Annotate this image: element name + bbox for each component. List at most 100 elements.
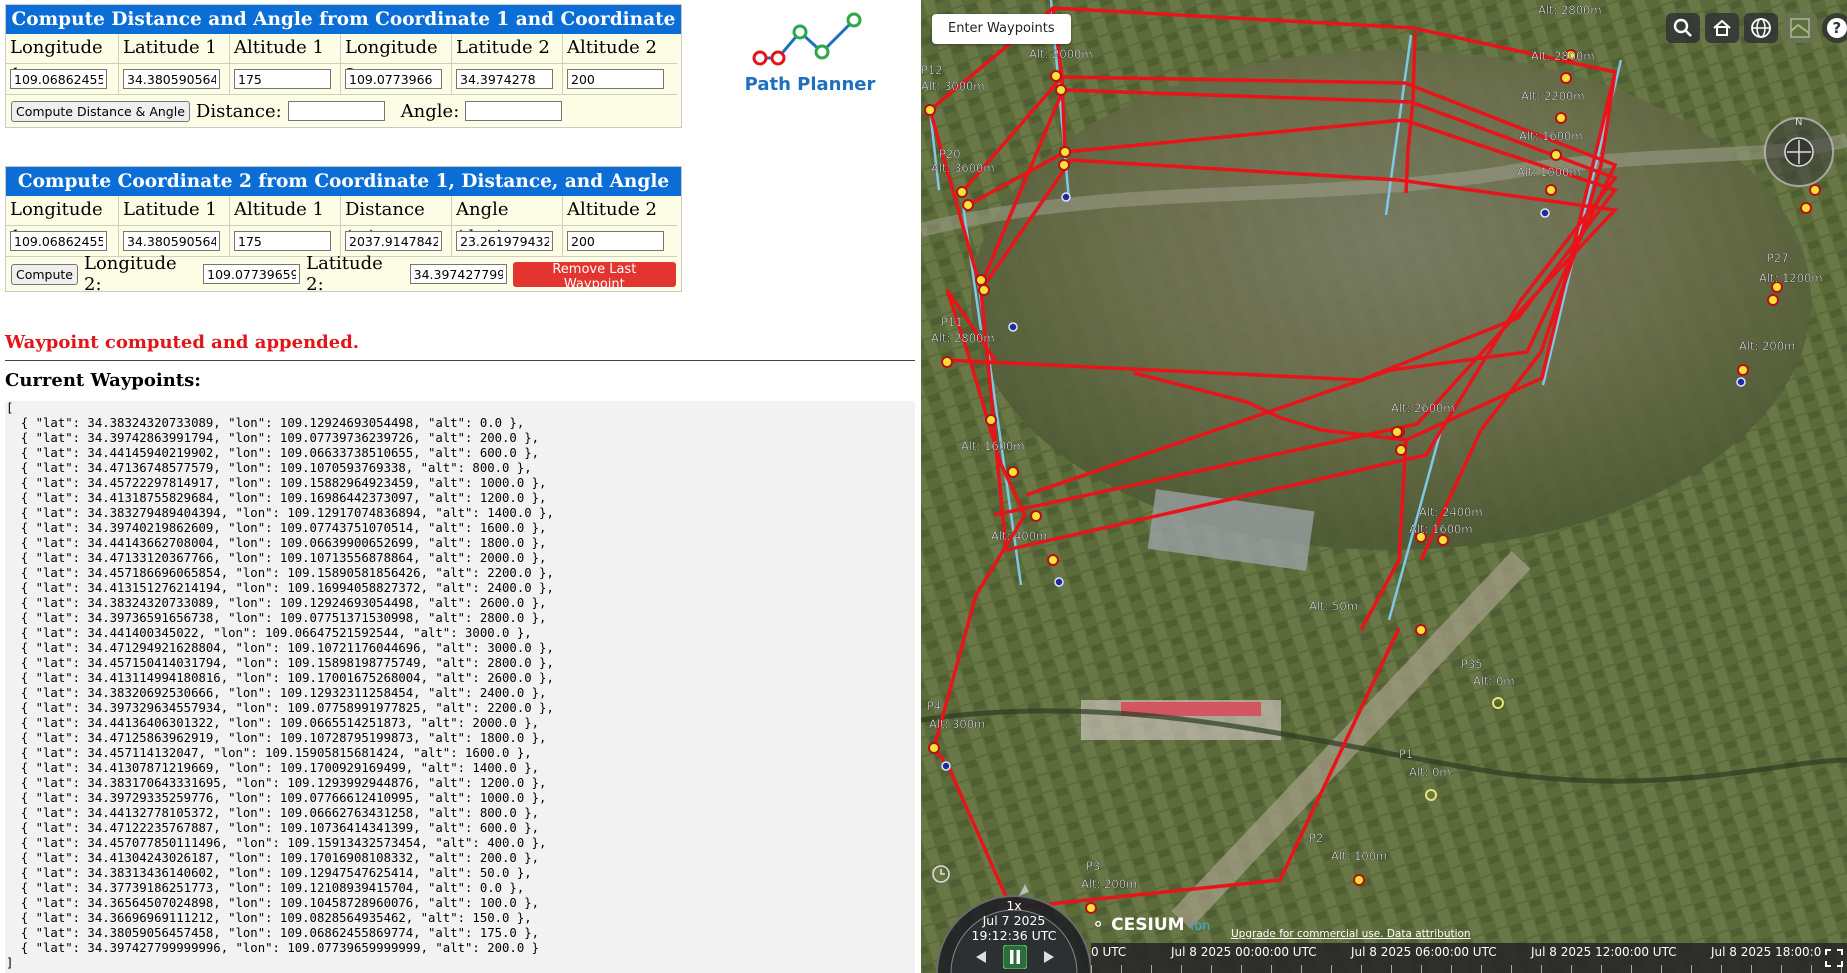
- map-scene: Alt: 2800m P12 Alt: 3000m Alt: 2000m P20…: [921, 0, 1847, 973]
- home-icon[interactable]: [1705, 13, 1739, 43]
- longitude-1-input[interactable]: [10, 69, 107, 89]
- header-angle: Angle (deg): [452, 196, 563, 248]
- header-distance: Distance (m): [341, 196, 452, 248]
- waypoint-label-P19-alt: Alt: 1600m: [1519, 129, 1583, 143]
- cesium-logo-icon: ⚬: [1091, 915, 1106, 935]
- logo-text: Path Planner: [744, 74, 876, 95]
- compute-distance-angle-button[interactable]: Compute Distance & Angle: [11, 100, 190, 122]
- header-latitude-1: Latitude 1: [119, 34, 230, 64]
- play-forward-icon[interactable]: [1041, 949, 1057, 965]
- distance-label: Distance:: [195, 100, 282, 122]
- clock-display: 1x Jul 7 2025 19:12:36 UTC: [929, 898, 1099, 943]
- timeline-label: 0 UTC: [1091, 945, 1127, 959]
- header-longitude-1: Longitude 1: [6, 196, 119, 248]
- distance-input[interactable]: [345, 231, 442, 251]
- coordinate-2-panel: Compute Coordinate 2 from Coordinate 1, …: [5, 166, 682, 295]
- angle-output[interactable]: [465, 101, 563, 121]
- distance-output[interactable]: [287, 101, 385, 121]
- timeline-bar[interactable]: 0 UTC Jul 8 2025 00:00:00 UTC Jul 8 2025…: [1091, 943, 1847, 973]
- latitude-2-label: Latitude 2:: [306, 253, 383, 295]
- distance-angle-title: Compute Distance and Angle from Coordina…: [6, 5, 681, 59]
- enter-waypoints-button[interactable]: Enter Waypoints: [932, 14, 1071, 44]
- longitude-2-label: Longitude 2:: [84, 253, 177, 295]
- waypoint-label-P18-alt: Alt: 2200m: [1521, 89, 1585, 103]
- animation-widget[interactable]: 1x Jul 7 2025 19:12:36 UTC: [929, 862, 1099, 973]
- waypoint-label-P13-alt: Alt: 2400m: [1419, 505, 1483, 519]
- cesium-ion-logo[interactable]: ⚬ CESIUM ion: [1091, 915, 1210, 935]
- pause-icon[interactable]: [1003, 945, 1027, 969]
- clock-icon[interactable]: [929, 862, 953, 886]
- waypoint-label-P12-id: P12: [921, 63, 943, 77]
- globe-icon[interactable]: [1744, 13, 1778, 43]
- timeline-label: Jul 8 2025 06:00:00 UTC: [1351, 945, 1497, 959]
- coordinate-2-controls: Compute Longitude 2: Latitude 2: Remove …: [6, 253, 681, 295]
- path-planner-logo-icon: [752, 12, 862, 66]
- longitude-2-input[interactable]: [345, 69, 442, 89]
- terrain-basin: [971, 50, 1811, 550]
- header-altitude-1: Altitude 1: [230, 196, 341, 226]
- coordinate-2-title: Compute Coordinate 2 from Coordinate 1, …: [6, 167, 681, 196]
- waypoint-label-P12-alt: Alt: 3000m: [921, 79, 985, 93]
- waypoint-label-P6-alt: Alt: 200m: [1739, 339, 1795, 353]
- waypoint-label-P11-alt: Alt: 2800m: [931, 331, 995, 345]
- remove-last-waypoint-button[interactable]: Remove Last Waypoint: [512, 261, 676, 292]
- waypoint-label-P27-id: P27: [1767, 251, 1789, 265]
- waypoint-label-P1-id: P1: [1399, 747, 1413, 761]
- header-latitude-1: Latitude 1: [119, 196, 230, 226]
- timeline-label: Jul 8 2025 12:00:00 UTC: [1531, 945, 1677, 959]
- waypoints-json-output[interactable]: [ { "lat": 34.38324320733089, "lon": 109…: [5, 401, 915, 973]
- credits-link[interactable]: Upgrade for commercial use. Data attribu…: [1231, 928, 1471, 940]
- compute-button[interactable]: Compute: [11, 263, 79, 285]
- search-icon[interactable]: [1666, 13, 1700, 43]
- waypoint-label-P4-id: P4: [927, 699, 941, 713]
- angle-input[interactable]: [456, 231, 553, 251]
- waypoint-label-P35-alt: Alt: 0m: [1473, 674, 1515, 688]
- waypoint-label-P22-alt: Alt: 1000m: [1517, 165, 1581, 179]
- header-altitude-1: Altitude 1: [230, 34, 341, 64]
- altitude-2-input[interactable]: [567, 231, 664, 251]
- help-icon[interactable]: ?: [1822, 13, 1847, 43]
- animation-speed: 1x: [1006, 898, 1022, 913]
- distance-angle-controls: Compute Distance & Angle Distance: Angle…: [6, 95, 681, 127]
- waypoint-label-P20-alt: Alt: 3600m: [931, 161, 995, 175]
- rewind-icon[interactable]: [973, 949, 989, 965]
- waypoint-label-P35-id: P35: [1461, 657, 1483, 671]
- waypoint-label-P2-alt: Alt: 100m: [1331, 849, 1387, 863]
- altitude-2-input[interactable]: [567, 69, 664, 89]
- layers-icon[interactable]: [1783, 13, 1817, 43]
- angle-label: Angle:: [400, 100, 460, 122]
- svg-text:?: ?: [1833, 19, 1842, 37]
- latitude-2-input[interactable]: [456, 69, 553, 89]
- longitude-1-input[interactable]: [10, 231, 107, 251]
- header-latitude-2: Latitude 2: [452, 34, 563, 64]
- waypoint-label-P11-id: P11: [941, 315, 963, 329]
- coordinate-header-row: Longitude 1 Latitude 1 Altitude 1 Longit…: [6, 34, 681, 86]
- waypoint-label-P14-alt: Alt: 2000m: [1029, 47, 1093, 61]
- latitude-1-input[interactable]: [123, 69, 220, 89]
- cesium-map-viewer[interactable]: Alt: 2800m P12 Alt: 3000m Alt: 2000m P20…: [921, 0, 1847, 973]
- waypoint-label-P5-alt: Alt: 50m: [1309, 599, 1358, 613]
- header-altitude-2: Altitude 2: [563, 196, 677, 226]
- latitude-1-input[interactable]: [123, 231, 220, 251]
- timeline-label: Jul 8 2025 18:00:0: [1711, 945, 1822, 959]
- distance-angle-panel: Compute Distance and Angle from Coordina…: [5, 4, 682, 128]
- waypoint-label-P20-id: P20: [939, 147, 961, 161]
- svg-text:N: N: [1795, 117, 1802, 128]
- waypoint-label-P15-alt: Alt: 2600m: [1391, 401, 1455, 415]
- waypoint-label-P17-alt: Alt: 2800m: [1531, 49, 1595, 63]
- polar-header-row: Longitude 1 Latitude 1 Altitude 1 Distan…: [6, 196, 681, 248]
- form-pane: Compute Distance and Angle from Coordina…: [0, 0, 920, 973]
- waypoint-label-P16-alt: Alt: 2800m: [1538, 3, 1602, 17]
- altitude-1-input[interactable]: [234, 231, 331, 251]
- waypoint-label-P8-alt: Alt: 1600m: [961, 439, 1025, 453]
- waypoints-heading: Current Waypoints:: [5, 370, 201, 391]
- latitude-2-output[interactable]: [409, 264, 507, 284]
- waypoint-label-P2-id: P2: [1309, 831, 1323, 845]
- longitude-2-output[interactable]: [203, 264, 301, 284]
- altitude-1-input[interactable]: [234, 69, 331, 89]
- timeline-label: Jul 8 2025 00:00:00 UTC: [1171, 945, 1317, 959]
- header-longitude-2: Longitude 2: [341, 34, 452, 86]
- waypoint-label-P4-alt: Alt: 300m: [929, 717, 985, 731]
- header-longitude-1: Longitude 1: [6, 34, 119, 86]
- fullscreen-icon[interactable]: [1825, 949, 1843, 967]
